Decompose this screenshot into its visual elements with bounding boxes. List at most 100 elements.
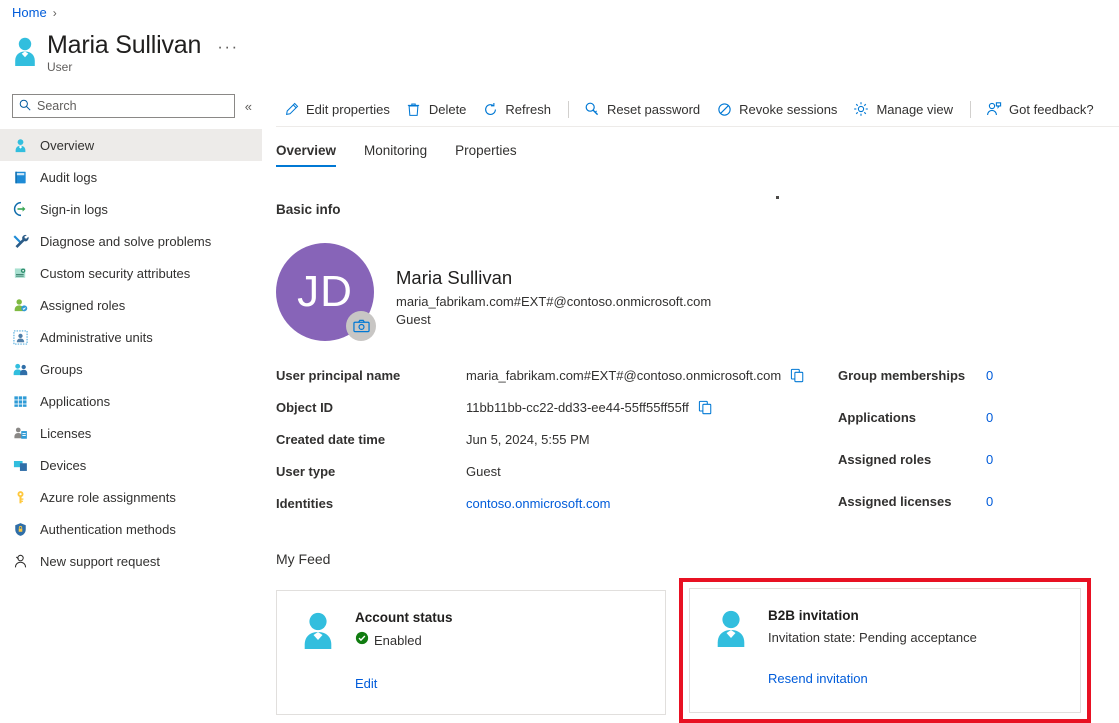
tab-label: Overview (276, 143, 336, 158)
identity-upn: maria_fabrikam.com#EXT#@contoso.onmicros… (396, 292, 711, 311)
book-icon (12, 169, 29, 186)
key-magnifier-icon (584, 101, 600, 117)
user-avatar-icon (12, 36, 38, 66)
sidebar-item-applications[interactable]: Applications (0, 385, 262, 417)
properties-list: User principal name maria_fabrikam.com#E… (276, 368, 836, 528)
sidebar-item-devices[interactable]: Devices (0, 449, 262, 481)
property-value: maria_fabrikam.com#EXT#@contoso.onmicros… (466, 368, 805, 383)
identity-name: Maria Sullivan (396, 265, 711, 290)
gear-icon (853, 101, 869, 117)
property-value-text: 11bb11bb-cc22-dd33-ee44-55ff55ff55ff (466, 400, 689, 415)
sidebar-item-assigned-roles[interactable]: Assigned roles (0, 289, 262, 321)
tab-label: Monitoring (364, 143, 427, 158)
property-row: Identities contoso.onmicrosoft.com (276, 496, 836, 528)
sidebar-item-label: Sign-in logs (40, 201, 108, 218)
tab-bar: Overview Monitoring Properties (276, 139, 531, 167)
sidebar-item-custom-security-attributes[interactable]: Custom security attributes (0, 257, 262, 289)
breadcrumb: Home › (12, 5, 57, 20)
resend-invitation-link[interactable]: Resend invitation (768, 671, 868, 686)
stat-value[interactable]: 0 (986, 368, 993, 383)
stat-row: Assigned roles 0 (838, 452, 1088, 494)
user-icon (12, 137, 29, 154)
refresh-button[interactable]: Refresh (475, 98, 560, 120)
person-icon (297, 611, 339, 691)
sidebar-item-label: Administrative units (40, 329, 153, 346)
manage-view-button[interactable]: Manage view (846, 98, 962, 120)
account-status-card: Account status Enabled Edit (276, 590, 666, 715)
license-icon (12, 425, 29, 442)
pencil-icon (283, 101, 299, 117)
tab-monitoring[interactable]: Monitoring (350, 139, 441, 167)
stat-value[interactable]: 0 (986, 494, 993, 509)
page-subtitle: User (47, 60, 239, 75)
collapse-sidebar-button[interactable]: « (245, 99, 252, 114)
sidebar-item-label: Azure role assignments (40, 489, 176, 506)
basic-info-heading: Basic info (276, 202, 341, 217)
sidebar-item-label: Overview (40, 137, 94, 154)
breadcrumb-home-link[interactable]: Home (12, 5, 47, 20)
stat-value[interactable]: 0 (986, 452, 993, 467)
sidebar-item-sign-in-logs[interactable]: Sign-in logs (0, 193, 262, 225)
camera-icon[interactable] (346, 311, 376, 341)
sidebar-search-row: Search « (0, 92, 262, 120)
sidebar-item-audit-logs[interactable]: Audit logs (0, 161, 262, 193)
property-row: Created date time Jun 5, 2024, 5:55 PM (276, 432, 836, 464)
toolbar-separator (970, 101, 971, 118)
tb-label: Revoke sessions (739, 102, 837, 117)
page-title: Maria Sullivan (47, 30, 201, 60)
sidebar-item-new-support-request[interactable]: New support request (0, 545, 262, 577)
tab-overview[interactable]: Overview (276, 139, 350, 167)
sidebar: Search « Overview Audit logs Sign-in log… (0, 92, 262, 577)
b2b-invitation-highlight: B2B invitation Invitation state: Pending… (679, 578, 1091, 723)
card-title: B2B invitation (768, 607, 977, 625)
search-placeholder: Search (37, 99, 77, 113)
sidebar-item-groups[interactable]: Groups (0, 353, 262, 385)
identity-block: JD Maria Sullivan maria_fabrikam.com#EXT… (276, 243, 711, 341)
feed-cards: Account status Enabled Edit (276, 590, 1119, 715)
tab-properties[interactable]: Properties (441, 139, 531, 167)
my-feed-heading: My Feed (276, 551, 330, 567)
property-key: Object ID (276, 400, 466, 415)
property-key: Created date time (276, 432, 466, 447)
copy-icon[interactable] (698, 400, 713, 415)
sidebar-item-overview[interactable]: Overview (0, 129, 262, 161)
tb-label: Manage view (876, 102, 953, 117)
sidebar-item-administrative-units[interactable]: Administrative units (0, 321, 262, 353)
delete-button[interactable]: Delete (399, 98, 476, 120)
toolbar-separator (568, 101, 569, 118)
main-content: Edit properties Delete Refresh Reset pas… (262, 0, 1119, 721)
sidebar-item-authentication-methods[interactable]: Authentication methods (0, 513, 262, 545)
got-feedback-button[interactable]: Got feedback? (979, 98, 1103, 120)
identities-link[interactable]: contoso.onmicrosoft.com (466, 496, 611, 511)
property-value-text: maria_fabrikam.com#EXT#@contoso.onmicros… (466, 368, 781, 383)
stray-dot (776, 196, 779, 199)
sidebar-item-licenses[interactable]: Licenses (0, 417, 262, 449)
user-role-icon (12, 297, 29, 314)
sidebar-item-diagnose-and-solve-problems[interactable]: Diagnose and solve problems (0, 225, 262, 257)
search-input[interactable]: Search (12, 94, 235, 118)
feedback-person-icon (986, 101, 1002, 117)
sidebar-item-label: Custom security attributes (40, 265, 190, 282)
reset-password-button[interactable]: Reset password (577, 98, 709, 120)
stat-row: Assigned licenses 0 (838, 494, 1088, 536)
tb-label: Got feedback? (1009, 102, 1094, 117)
edit-link[interactable]: Edit (355, 676, 377, 691)
stat-key: Applications (838, 410, 986, 425)
tb-label: Reset password (607, 102, 700, 117)
toolbar-divider (276, 126, 1119, 127)
revoke-sessions-button[interactable]: Revoke sessions (709, 98, 846, 120)
stat-row: Applications 0 (838, 410, 1088, 452)
sidebar-item-label: New support request (40, 553, 160, 570)
more-actions-button[interactable]: ··· (217, 36, 238, 54)
b2b-invitation-card: B2B invitation Invitation state: Pending… (689, 588, 1081, 713)
tab-label: Properties (455, 143, 517, 158)
status-badge: Enabled (355, 631, 453, 650)
groups-icon (12, 361, 29, 378)
copy-icon[interactable] (790, 368, 805, 383)
edit-properties-button[interactable]: Edit properties (276, 98, 399, 120)
admin-unit-icon (12, 329, 29, 346)
tb-label: Refresh (505, 102, 551, 117)
stat-value[interactable]: 0 (986, 410, 993, 425)
sidebar-item-azure-role-assignments[interactable]: Azure role assignments (0, 481, 262, 513)
sidebar-item-label: Groups (40, 361, 83, 378)
